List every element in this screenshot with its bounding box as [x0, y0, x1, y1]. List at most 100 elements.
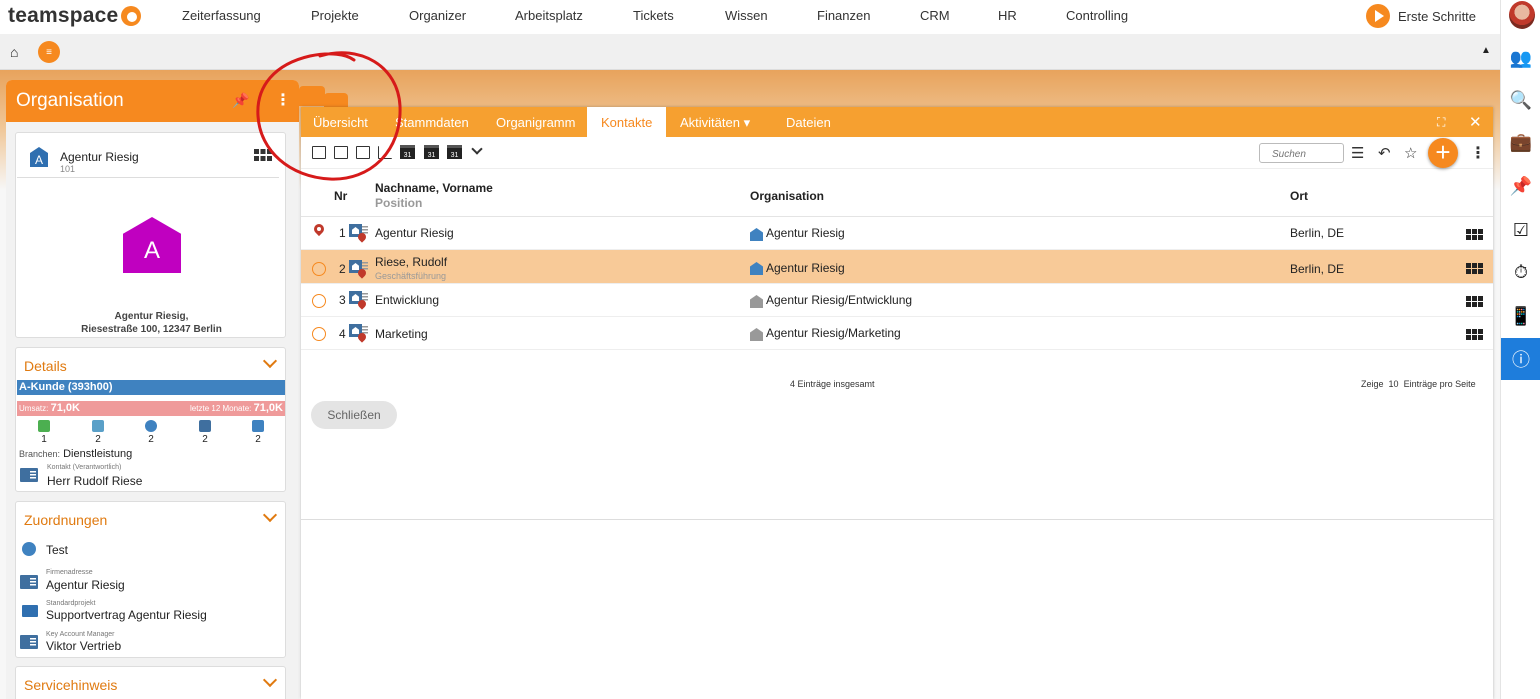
row-name[interactable]: Marketing: [375, 327, 428, 341]
chart-view-icon[interactable]: [378, 146, 392, 159]
details-title[interactable]: Details: [24, 358, 67, 374]
contact-icon: [349, 260, 369, 279]
filter-icon[interactable]: ☰: [1351, 144, 1364, 162]
search-input[interactable]: [1259, 143, 1344, 163]
info-icon[interactable]: ⓘ: [1501, 338, 1540, 380]
star-icon[interactable]: ☆: [1404, 144, 1417, 162]
nav-organizer[interactable]: Organizer: [409, 8, 466, 23]
briefcase-icon[interactable]: 💼: [1501, 124, 1540, 160]
row-grid-menu-icon[interactable]: [1466, 229, 1483, 240]
kontakt-value[interactable]: Herr Rudolf Riese: [47, 474, 142, 488]
row-organisation[interactable]: Agentur Riesig: [766, 261, 845, 275]
close-icon[interactable]: ✕: [1469, 113, 1482, 131]
row-select-radio[interactable]: [312, 262, 326, 276]
calendar-month-icon[interactable]: 31: [447, 145, 462, 159]
more-options-icon[interactable]: ⋮: [275, 90, 291, 110]
zuordnungen-title[interactable]: Zuordnungen: [24, 512, 107, 528]
tab-uebersicht[interactable]: Übersicht: [313, 115, 368, 130]
nav-arbeitsplatz[interactable]: Arbeitsplatz: [515, 8, 583, 23]
column-organisation[interactable]: Organisation: [750, 189, 824, 203]
stat-house[interactable]: 2: [248, 420, 268, 445]
chevron-down-icon[interactable]: [265, 356, 275, 366]
zuordnung-standardprojekt[interactable]: Supportvertrag Agentur Riesig: [46, 608, 207, 622]
nav-projekte[interactable]: Projekte: [311, 8, 359, 23]
zuordnung-firmenadresse[interactable]: Agentur Riesig: [46, 578, 125, 592]
org-icon: [750, 295, 763, 308]
stat-person[interactable]: 2: [88, 420, 108, 445]
phone-icon[interactable]: 📱: [1501, 298, 1540, 334]
tab-organigramm[interactable]: Organigramm: [496, 115, 575, 130]
department-icon: [349, 324, 369, 343]
nav-finanzen[interactable]: Finanzen: [817, 8, 870, 23]
table-row[interactable]: 3 Entwicklung Agentur Riesig/Entwicklung: [301, 284, 1493, 317]
nav-hr[interactable]: HR: [998, 8, 1017, 23]
row-organisation[interactable]: Agentur Riesig/Entwicklung: [766, 293, 912, 307]
nav-wissen[interactable]: Wissen: [725, 8, 768, 23]
nav-controlling[interactable]: Controlling: [1066, 8, 1128, 23]
calendar-week-icon[interactable]: 31: [424, 145, 439, 159]
avatar[interactable]: [1509, 1, 1535, 29]
menu-icon[interactable]: ≡: [38, 41, 60, 63]
row-select-radio[interactable]: [312, 294, 326, 308]
list-view-icon[interactable]: [312, 146, 326, 159]
maximize-icon[interactable]: ⛶: [1437, 115, 1445, 130]
row-select-radio[interactable]: [312, 327, 326, 341]
column-nr[interactable]: Nr: [334, 189, 347, 203]
chevron-down-icon[interactable]: [265, 675, 275, 685]
search-icon[interactable]: 🔍: [1501, 82, 1540, 118]
calendar-day-icon[interactable]: 31: [400, 145, 415, 159]
pin-icon[interactable]: 📌: [232, 92, 249, 109]
paging-info[interactable]: Zeige 10 Einträge pro Seite: [1361, 379, 1476, 389]
tab-stammdaten[interactable]: Stammdaten: [395, 115, 469, 130]
undo-icon[interactable]: ↶: [1378, 144, 1391, 162]
row-name[interactable]: Agentur Riesig: [375, 226, 454, 240]
chevron-down-icon[interactable]: [471, 143, 483, 155]
org-number: 101: [60, 164, 76, 174]
tab-kontakte[interactable]: Kontakte: [587, 107, 667, 137]
row-organisation[interactable]: Agentur Riesig/Marketing: [766, 326, 901, 340]
users-icon[interactable]: 👥: [1501, 40, 1540, 76]
close-button[interactable]: Schließen: [311, 401, 397, 429]
nav-tickets[interactable]: Tickets: [633, 8, 674, 23]
zuordnung-test[interactable]: Test: [46, 543, 68, 557]
tab-aktivitaeten[interactable]: Aktivitäten ▾: [680, 115, 750, 131]
zuordnung-key-account[interactable]: Viktor Vertrieb: [46, 639, 121, 653]
teamspace-logo[interactable]: teamspace: [8, 4, 142, 28]
row-position: Geschäftsführung: [375, 271, 447, 281]
home-icon[interactable]: ⌂: [10, 44, 18, 60]
more-options-icon[interactable]: ⋮: [1470, 143, 1486, 163]
row-grid-menu-icon[interactable]: [1466, 263, 1483, 274]
stat-contact[interactable]: 2: [195, 420, 215, 445]
table-row[interactable]: 1 Agentur Riesig Agentur Riesig Berlin, …: [301, 217, 1493, 250]
stat-star[interactable]: 1: [34, 420, 54, 445]
table-row[interactable]: 2 Riese, Rudolf Geschäftsführung Agentur…: [301, 250, 1493, 284]
column-ort[interactable]: Ort: [1290, 189, 1308, 203]
row-name[interactable]: Riese, Rudolf: [375, 255, 447, 269]
detail-view-icon[interactable]: [334, 146, 348, 159]
table-row[interactable]: 4 Marketing Agentur Riesig/Marketing: [301, 317, 1493, 350]
organisation-panel: Organisation 📌 ⋮ A Agentur Riesig 101 A …: [6, 80, 299, 699]
collapse-up-icon[interactable]: ▲: [1481, 45, 1491, 56]
row-name[interactable]: Entwicklung: [375, 293, 439, 307]
pin-icon[interactable]: 📌: [1501, 168, 1540, 204]
row-grid-menu-icon[interactable]: [1466, 296, 1483, 307]
row-grid-menu-icon[interactable]: [1466, 329, 1483, 340]
org-address-line2: Riesestraße 100, 12347 Berlin: [81, 324, 222, 335]
erste-schritte-button[interactable]: Erste Schritte: [1366, 4, 1476, 28]
nav-crm[interactable]: CRM: [920, 8, 950, 23]
row-organisation[interactable]: Agentur Riesig: [766, 226, 845, 240]
chevron-down-icon[interactable]: [265, 510, 275, 520]
nav-zeiterfassung[interactable]: Zeiterfassung: [182, 8, 261, 23]
org-name[interactable]: Agentur Riesig: [60, 150, 139, 164]
add-button[interactable]: +: [1428, 138, 1458, 168]
tab-dateien[interactable]: Dateien: [786, 115, 831, 130]
stat-project[interactable]: 2: [141, 420, 161, 445]
grid-menu-icon[interactable]: [254, 149, 272, 161]
servicehinweis-title[interactable]: Servicehinweis: [24, 677, 117, 693]
tasks-icon[interactable]: ☑: [1501, 212, 1540, 248]
stopwatch-icon[interactable]: ⏱: [1501, 254, 1540, 290]
card-view-icon[interactable]: [356, 146, 370, 159]
column-position[interactable]: Position: [375, 196, 422, 210]
stacked-window-tab[interactable]: [299, 86, 325, 106]
column-name[interactable]: Nachname, Vorname: [375, 181, 493, 195]
